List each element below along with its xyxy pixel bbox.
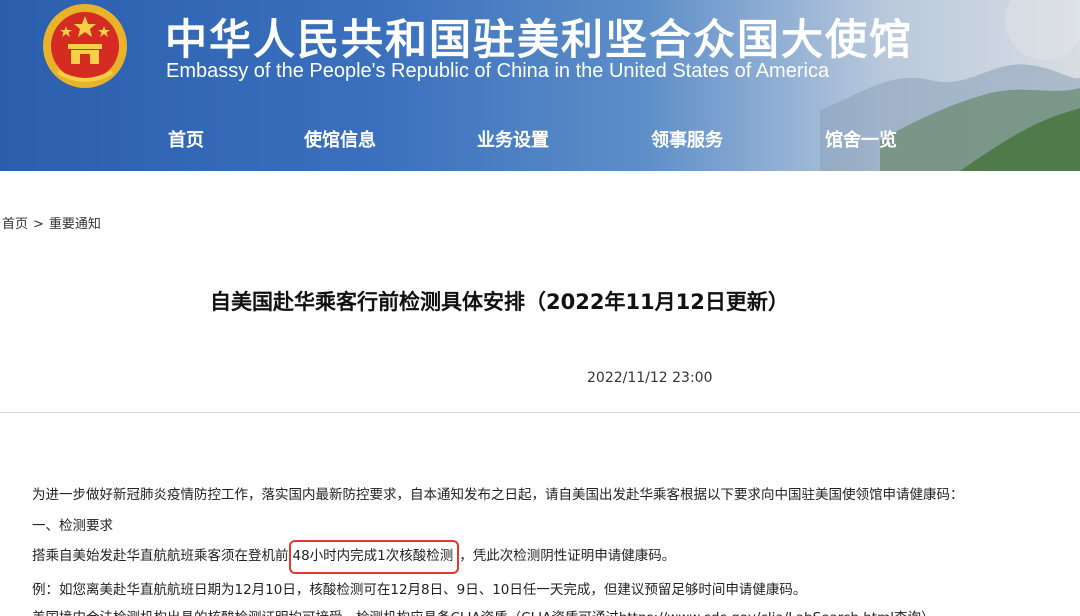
nav-item-premises[interactable]: 馆舍一览 (825, 126, 897, 152)
breadcrumb-current[interactable]: 重要通知 (49, 213, 101, 232)
main-nav: 首页 使馆信息 业务设置 领事服务 馆舍一览 (0, 118, 1080, 158)
requirement-text-start: 搭乘自美始发赴华直航航班乘客须在登机前 (32, 548, 289, 564)
nav-item-embassy-info[interactable]: 使馆信息 (304, 126, 376, 152)
breadcrumb: 首页 > 重要通知 (2, 213, 101, 232)
breadcrumb-separator: > (33, 217, 44, 232)
lab-requirement-paragraph: 美国境内合法检测机构出具的核酸检测证明均可接受，检测机构应具备CLIA资质（CL… (32, 608, 935, 616)
breadcrumb-home[interactable]: 首页 (2, 213, 28, 232)
highlighted-requirement: 48小时内完成1次核酸检测 (288, 540, 460, 574)
nav-item-business[interactable]: 业务设置 (477, 126, 549, 152)
article-date: 2022/11/12 23:00 (587, 370, 713, 386)
embassy-title-cn: 中华人民共和国驻美利坚合众国大使馆 (165, 15, 914, 64)
divider (0, 412, 1080, 413)
requirement-text-end: ，凭此次检测阴性证明申请健康码。 (459, 548, 676, 564)
section-heading-testing: 一、检测要求 (32, 518, 113, 534)
example-paragraph: 例：如您离美赴华直航航班日期为12月10日，核酸检测可在12月8日、9日、10日… (32, 582, 807, 598)
nav-item-home[interactable]: 首页 (168, 126, 204, 152)
header-banner: 中华人民共和国驻美利坚合众国大使馆 Embassy of the People'… (0, 0, 1080, 171)
national-emblem-icon (43, 4, 127, 88)
article-title: 自美国赴华乘客行前检测具体安排（2022年11月12日更新） (210, 290, 789, 314)
nav-item-consular-services[interactable]: 领事服务 (651, 126, 723, 152)
requirement-paragraph: 搭乘自美始发赴华直航航班乘客须在登机前 48小时内完成1次核酸检测 ，凭此次检测阴性… (32, 540, 676, 574)
embassy-title-en: Embassy of the People's Republic of Chin… (166, 60, 830, 82)
intro-paragraph: 为进一步做好新冠肺炎疫情防控工作，落实国内最新防控要求，自本通知发布之日起，请自… (32, 487, 964, 503)
